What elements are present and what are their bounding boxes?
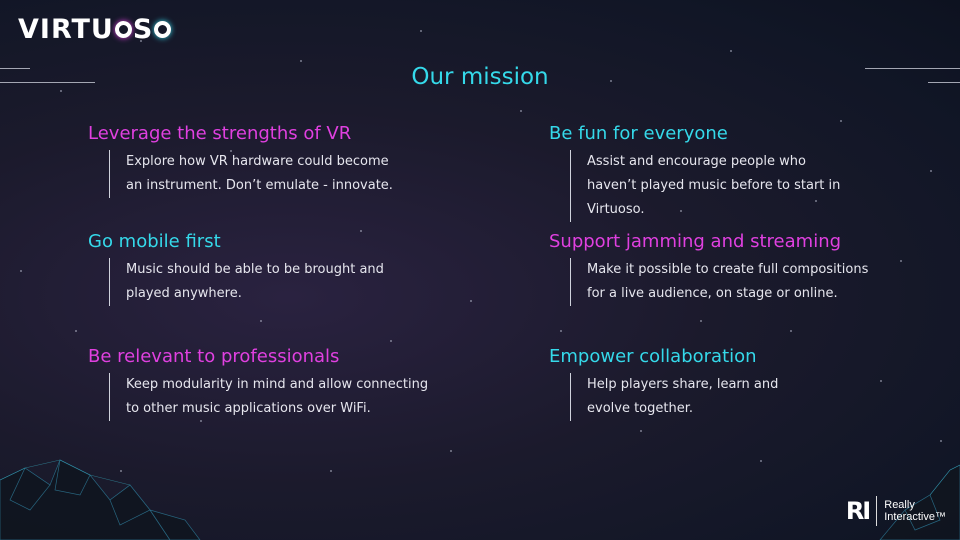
star: [390, 340, 392, 342]
virtuoso-logo: VIRTU S: [18, 14, 172, 45]
star: [640, 430, 642, 432]
logo-ring-icon: [154, 21, 172, 38]
brand-name: Really Interactive™: [884, 499, 946, 523]
mission-description: Music should be able to be brought and p…: [109, 258, 456, 306]
logo-ring-icon: [114, 21, 132, 38]
mission-item-mobile-first: Go mobile first Music should be able to …: [88, 230, 468, 306]
star: [790, 330, 792, 332]
description-line: Make it possible to create full composit…: [587, 262, 869, 277]
brand-name-line: Really: [884, 499, 915, 511]
page-title: Our mission: [411, 64, 549, 90]
mission-heading: Leverage the strengths of VR: [88, 123, 352, 144]
star: [470, 300, 472, 302]
mission-heading: Go mobile first: [88, 231, 221, 252]
mission-description: Assist and encourage people who haven’t …: [570, 150, 917, 222]
really-interactive-logo: RI Really Interactive™: [846, 496, 946, 526]
mission-heading: Be fun for everyone: [549, 123, 728, 144]
star: [560, 330, 562, 332]
mission-description: Keep modularity in mind and allow connec…: [109, 373, 456, 421]
brand-divider: [876, 496, 878, 526]
star: [520, 110, 522, 112]
mission-item-collaboration: Empower collaboration Help players share…: [549, 345, 929, 421]
description-line: played anywhere.: [126, 286, 242, 301]
brand-name-line: Interactive™: [884, 511, 946, 523]
star: [300, 60, 302, 62]
description-line: Assist and encourage people who: [587, 154, 806, 169]
mission-item-professionals: Be relevant to professionals Keep modula…: [88, 345, 468, 421]
mission-item-fun-for-everyone: Be fun for everyone Assist and encourage…: [549, 122, 929, 222]
star: [420, 30, 422, 32]
star: [700, 320, 702, 322]
mission-description: Explore how VR hardware could become an …: [109, 150, 456, 198]
crystal-terrain-decoration: [0, 459, 960, 540]
description-line: Help players share, learn and: [587, 377, 779, 392]
description-line: for a live audience, on stage or online.: [587, 286, 838, 301]
mission-item-jamming-streaming: Support jamming and streaming Make it po…: [549, 230, 929, 306]
description-line: an instrument. Don’t emulate - innovate.: [126, 178, 393, 193]
description-line: Music should be able to be brought and: [126, 262, 384, 277]
brand-mark: RI: [845, 497, 871, 525]
description-line: Explore how VR hardware could become: [126, 154, 389, 169]
description-line: to other music applications over WiFi.: [126, 401, 371, 416]
mission-description: Make it possible to create full composit…: [570, 258, 917, 306]
logo-text-part1: VIRTU: [18, 14, 114, 45]
description-line: Virtuoso.: [587, 202, 645, 217]
description-line: haven’t played music before to start in: [587, 178, 841, 193]
mission-item-vr-strengths: Leverage the strengths of VR Explore how…: [88, 122, 468, 198]
mission-heading: Be relevant to professionals: [88, 346, 340, 367]
star: [20, 270, 22, 272]
star: [75, 330, 77, 332]
description-line: evolve together.: [587, 401, 693, 416]
mission-heading: Empower collaboration: [549, 346, 757, 367]
star: [60, 90, 62, 92]
logo-text-part2: S: [132, 14, 154, 45]
star: [730, 50, 732, 52]
description-line: Keep modularity in mind and allow connec…: [126, 377, 429, 392]
mission-heading: Support jamming and streaming: [549, 231, 842, 252]
mission-description: Help players share, learn and evolve tog…: [570, 373, 917, 421]
star: [930, 170, 932, 172]
star: [260, 320, 262, 322]
